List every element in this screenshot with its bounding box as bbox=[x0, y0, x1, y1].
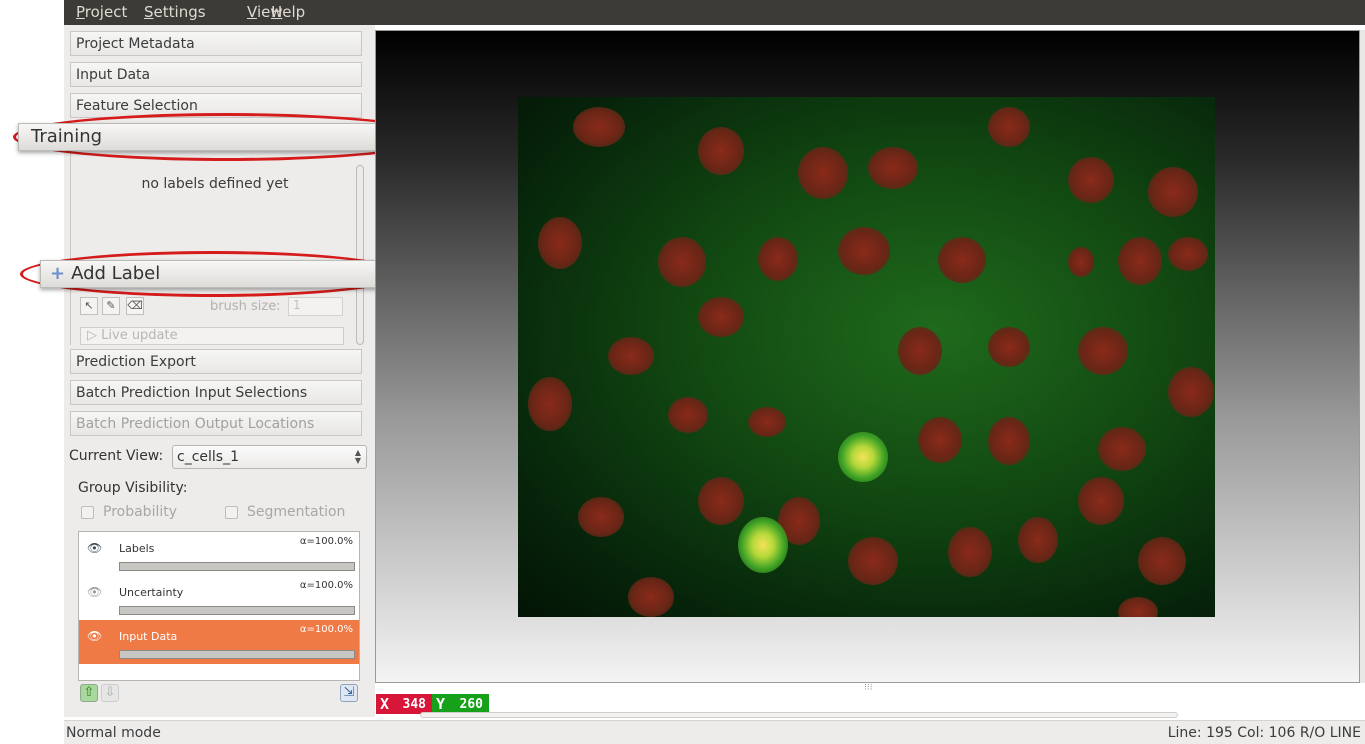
app-window: Project Settings View Help Project Metad… bbox=[0, 0, 1365, 744]
play-icon: ▷ bbox=[87, 328, 102, 343]
group-visibility-label: Group Visibility: bbox=[78, 480, 188, 496]
brush-tool-icon[interactable]: ✎ bbox=[102, 297, 120, 315]
menu-help[interactable]: Help bbox=[271, 3, 305, 21]
layer-name: Labels bbox=[119, 542, 155, 555]
menu-settings[interactable]: Settings bbox=[144, 3, 206, 21]
layer-item-input-data[interactable]: 👁 Input Data α=100.0% bbox=[79, 620, 359, 664]
layer-alpha: α=100.0% bbox=[299, 580, 353, 591]
layer-item-labels[interactable]: 👁 Labels α=100.0% bbox=[79, 532, 359, 576]
y-value: 260 bbox=[459, 697, 483, 712]
probability-label: Probability bbox=[103, 504, 178, 520]
opacity-fill bbox=[120, 651, 354, 658]
pointer-tool-icon[interactable]: ↖ bbox=[80, 297, 98, 315]
training-label: Training bbox=[31, 126, 103, 147]
cell-image[interactable] bbox=[518, 97, 1215, 617]
applet-prediction-export[interactable]: Prediction Export bbox=[70, 349, 362, 374]
x-label: X bbox=[380, 695, 390, 713]
layer-name: Input Data bbox=[119, 630, 178, 643]
x-coordinate: X 348 bbox=[376, 694, 432, 714]
horizontal-scrollbar[interactable] bbox=[420, 712, 1178, 718]
current-view-label: Current View: bbox=[69, 448, 164, 464]
opacity-slider[interactable] bbox=[119, 650, 355, 659]
eye-icon[interactable]: 👁 bbox=[87, 585, 102, 599]
layer-item-uncertainty[interactable]: 👁 Uncertainty α=100.0% bbox=[79, 576, 359, 620]
status-mode: Normal mode bbox=[66, 725, 161, 741]
arrow-down-icon[interactable]: ⇩ bbox=[101, 684, 119, 702]
applet-batch-output[interactable]: Batch Prediction Output Locations bbox=[70, 411, 362, 436]
probability-checkbox[interactable] bbox=[81, 506, 94, 519]
segmentation-label: Segmentation bbox=[247, 504, 346, 520]
viewer-scrollbar[interactable] bbox=[1360, 30, 1365, 683]
eye-icon[interactable]: 👁 bbox=[87, 629, 102, 643]
eraser-tool-icon[interactable]: ⌫ bbox=[126, 297, 144, 315]
opacity-fill bbox=[120, 607, 354, 614]
applet-input-data[interactable]: Input Data bbox=[70, 62, 362, 87]
menu-project[interactable]: Project bbox=[76, 3, 127, 21]
live-update-button[interactable]: ▷ Live update bbox=[80, 327, 344, 345]
label-tools: ↖ ✎ ⌫ brush size: 1 bbox=[80, 297, 345, 317]
arrow-up-icon[interactable]: ⇧ bbox=[80, 684, 98, 702]
export-icon[interactable]: ⇲ bbox=[340, 684, 358, 702]
segmentation-checkbox[interactable] bbox=[225, 506, 238, 519]
no-labels-text: no labels defined yet bbox=[141, 176, 289, 192]
status-bar: Normal mode Line: 195 Col: 106 R/O LINE bbox=[64, 720, 1365, 744]
add-label-text: Add Label bbox=[71, 263, 161, 284]
layer-name: Uncertainty bbox=[119, 586, 184, 599]
live-update-label: Live update bbox=[101, 328, 178, 343]
status-flags: R/O LINE bbox=[1299, 725, 1361, 741]
eye-icon[interactable]: 👁 bbox=[87, 541, 102, 555]
brush-size-input[interactable]: 1 bbox=[288, 297, 343, 316]
opacity-fill bbox=[120, 563, 354, 570]
brush-size-label: brush size: bbox=[210, 299, 281, 314]
status-line-col: Line: 195 Col: 106 bbox=[1167, 725, 1296, 741]
status-position: Line: 195 Col: 106 R/O LINE bbox=[1168, 725, 1361, 741]
layer-list: 👁 Labels α=100.0% 👁 Uncertainty α=100.0%… bbox=[78, 531, 360, 681]
opacity-slider[interactable] bbox=[119, 606, 355, 615]
layer-alpha: α=100.0% bbox=[299, 624, 353, 635]
plus-icon: + bbox=[50, 263, 66, 284]
menubar: Project Settings View Help bbox=[64, 0, 1365, 25]
current-view-select[interactable]: c_cells_1 ▲ ▼ bbox=[172, 445, 367, 469]
applet-project-metadata[interactable]: Project Metadata bbox=[70, 31, 362, 56]
training-scrollbar[interactable] bbox=[356, 165, 364, 345]
select-arrows-icon: ▲ ▼ bbox=[354, 448, 361, 465]
layer-alpha: α=100.0% bbox=[299, 536, 353, 547]
y-coordinate: Y 260 bbox=[432, 694, 489, 714]
y-label: Y bbox=[436, 695, 446, 713]
opacity-slider[interactable] bbox=[119, 562, 355, 571]
applet-batch-input[interactable]: Batch Prediction Input Selections bbox=[70, 380, 362, 405]
x-value: 348 bbox=[402, 697, 426, 712]
add-label-button[interactable]: + Add Label bbox=[40, 260, 384, 288]
applet-training[interactable]: Training bbox=[18, 123, 420, 151]
current-view-value: c_cells_1 bbox=[177, 449, 239, 465]
splitter-handle[interactable]: ⁝⁝⁝ bbox=[864, 683, 873, 693]
